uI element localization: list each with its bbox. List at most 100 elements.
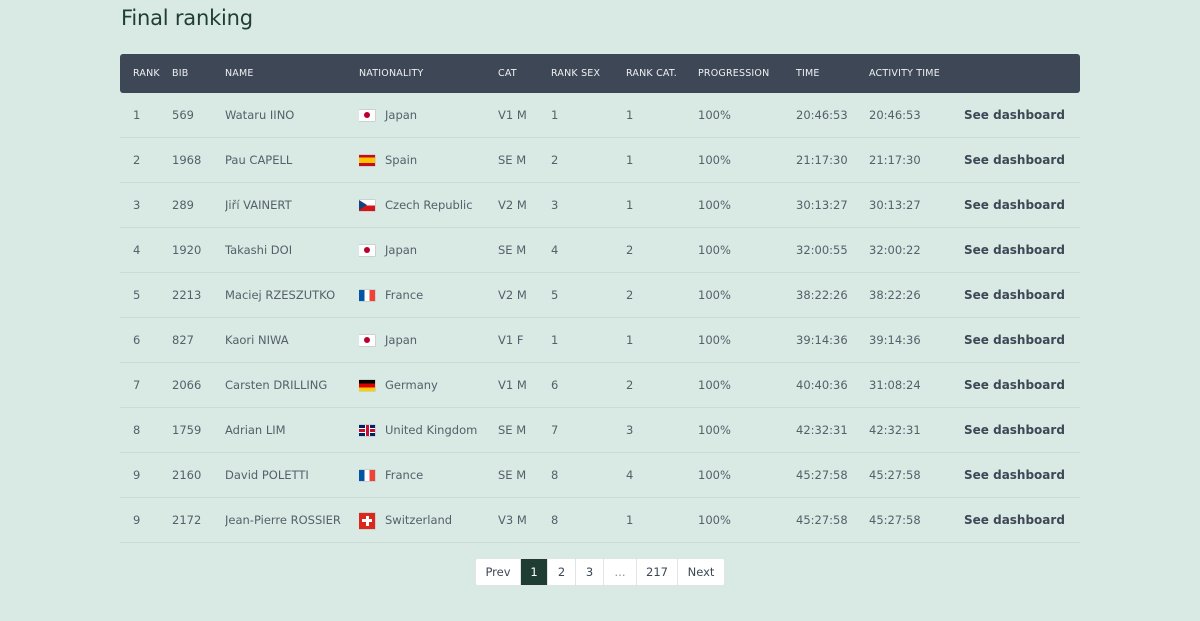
cell-rank-cat: 3	[626, 423, 634, 437]
cell-time: 32:00:55	[796, 243, 848, 257]
table-row: 4 1920 Takashi DOI Japan SE M 4 2 100% 32:00:55 3…	[120, 228, 1080, 273]
cell-dashboard: See dashboard	[964, 273, 1080, 318]
cell-name: Wataru IINO	[225, 108, 295, 122]
header-progression[interactable]: PROGRESSION	[698, 54, 796, 93]
table-row: 5 2213 Maciej RZESZUTKO France V2 M 5 2 100% 38:…	[120, 273, 1080, 318]
see-dashboard-link[interactable]: See dashboard	[964, 378, 1065, 392]
header-rank[interactable]: RANK	[120, 54, 172, 93]
flag-ch-icon	[359, 512, 375, 529]
header-time[interactable]: TIME	[796, 54, 869, 93]
pagination-page-217-button[interactable]: 217	[637, 559, 678, 585]
nationality-wrapper: Switzerland	[359, 512, 498, 529]
header-actions	[964, 54, 1080, 93]
nationality-label: Czech Republic	[385, 198, 473, 212]
cell-progression: 100%	[698, 333, 731, 347]
nationality-label: France	[385, 468, 424, 482]
see-dashboard-link[interactable]: See dashboard	[964, 243, 1065, 257]
cell-bib: 1968	[172, 153, 202, 167]
see-dashboard-link[interactable]: See dashboard	[964, 333, 1065, 347]
cell-time: 38:22:26	[796, 288, 848, 302]
cell-cat: V2 M	[498, 198, 527, 212]
cell-bib: 827	[172, 333, 194, 347]
see-dashboard-link[interactable]: See dashboard	[964, 198, 1065, 212]
pagination-page-1-button[interactable]: 1	[521, 559, 548, 585]
cell-time: 39:14:36	[796, 333, 848, 347]
see-dashboard-link[interactable]: See dashboard	[964, 423, 1065, 437]
cell-name: Carsten DRILLING	[225, 378, 328, 392]
nationality-label: Japan	[385, 333, 418, 347]
cell-nationality: Germany	[359, 363, 498, 408]
cell-progression: 100%	[698, 378, 731, 392]
nationality-wrapper: Spain	[359, 153, 498, 167]
cell-time: 20:46:53	[796, 108, 848, 122]
cell-rank-cat: 1	[626, 153, 634, 167]
cell-bib: 2160	[172, 468, 202, 482]
cell-cat: V1 M	[498, 108, 527, 122]
cell-name: Jean-Pierre ROSSIER	[225, 513, 341, 527]
cell-activity-time: 39:14:36	[869, 333, 921, 347]
cell-nationality: Japan	[359, 318, 498, 363]
cell-progression: 100%	[698, 108, 731, 122]
cell-time: 30:13:27	[796, 198, 848, 212]
see-dashboard-link[interactable]: See dashboard	[964, 288, 1065, 302]
see-dashboard-link[interactable]: See dashboard	[964, 108, 1065, 122]
table-row: 8 1759 Adrian LIM United Kingdom SE M 7 3 100% 4…	[120, 408, 1080, 453]
cell-name: Adrian LIM	[225, 423, 286, 437]
flag-cz-icon	[359, 199, 375, 211]
cell-nationality: France	[359, 273, 498, 318]
cell-activity-time: 45:27:58	[869, 513, 921, 527]
cell-dashboard: See dashboard	[964, 93, 1080, 138]
table-row: 6 827 Kaori NIWA Japan V1 F 1 1 100% 39:14:36 39:…	[120, 318, 1080, 363]
header-rank-sex[interactable]: RANK SEX	[551, 54, 626, 93]
cell-rank-cat: 2	[626, 243, 634, 257]
header-nationality[interactable]: NATIONALITY	[359, 54, 498, 93]
cell-bib: 569	[172, 108, 194, 122]
nationality-wrapper: Germany	[359, 378, 498, 392]
pagination-next-button[interactable]: Next	[678, 559, 724, 585]
nationality-label: Japan	[385, 108, 418, 122]
header-activity-time[interactable]: ACTIVITY TIME	[869, 54, 964, 93]
header-rank-cat[interactable]: RANK CAT.	[626, 54, 698, 93]
cell-activity-time: 21:17:30	[869, 153, 921, 167]
cell-rank-cat: 1	[626, 333, 634, 347]
cell-cat: V1 M	[498, 378, 527, 392]
cell-rank: 7	[133, 378, 141, 392]
pagination-page-2-button[interactable]: 2	[548, 559, 576, 585]
cell-nationality: Switzerland	[359, 498, 498, 543]
cell-rank-sex: 7	[551, 423, 559, 437]
nationality-label: Switzerland	[385, 513, 453, 527]
cell-rank-sex: 6	[551, 378, 559, 392]
cell-rank: 8	[133, 423, 141, 437]
nationality-wrapper: Czech Republic	[359, 198, 498, 212]
pagination-page-3-button[interactable]: 3	[576, 559, 604, 585]
page-title: Final ranking	[121, 6, 253, 30]
see-dashboard-link[interactable]: See dashboard	[964, 513, 1065, 527]
header-cat[interactable]: CAT	[498, 54, 551, 93]
table-header: RANK BIB NAME NATIONALITY CAT RANK SEX R…	[120, 54, 1080, 93]
cell-cat: V2 M	[498, 288, 527, 302]
cell-cat: SE M	[498, 243, 527, 257]
nationality-wrapper: Japan	[359, 108, 498, 122]
table-row: 7 2066 Carsten DRILLING Germany V1 M 6 2 100% 40…	[120, 363, 1080, 408]
see-dashboard-link[interactable]: See dashboard	[964, 468, 1065, 482]
cell-name: Takashi DOI	[225, 243, 293, 257]
cell-rank: 5	[133, 288, 141, 302]
cell-rank-cat: 1	[626, 198, 634, 212]
nationality-wrapper: Japan	[359, 243, 498, 257]
table-row: 9 2160 David POLETTI France SE M 8 4 100% 45:27:…	[120, 453, 1080, 498]
flag-fr-icon	[359, 469, 375, 481]
pagination: Prev 1 2 3 ... 217 Next	[475, 558, 725, 586]
cell-bib: 1920	[172, 243, 202, 257]
see-dashboard-link[interactable]: See dashboard	[964, 153, 1065, 167]
table-row: 2 1968 Pau CAPELL Spain SE M 2 1 100% 21:17:30 21…	[120, 138, 1080, 183]
cell-rank: 3	[133, 198, 141, 212]
header-name[interactable]: NAME	[225, 54, 359, 93]
cell-rank-sex: 1	[551, 333, 559, 347]
cell-nationality: France	[359, 453, 498, 498]
cell-name: Jiří VAINERT	[225, 198, 292, 212]
cell-time: 21:17:30	[796, 153, 848, 167]
cell-progression: 100%	[698, 288, 731, 302]
pagination-prev-button[interactable]: Prev	[476, 559, 521, 585]
header-bib[interactable]: BIB	[172, 54, 225, 93]
cell-rank: 2	[133, 153, 141, 167]
